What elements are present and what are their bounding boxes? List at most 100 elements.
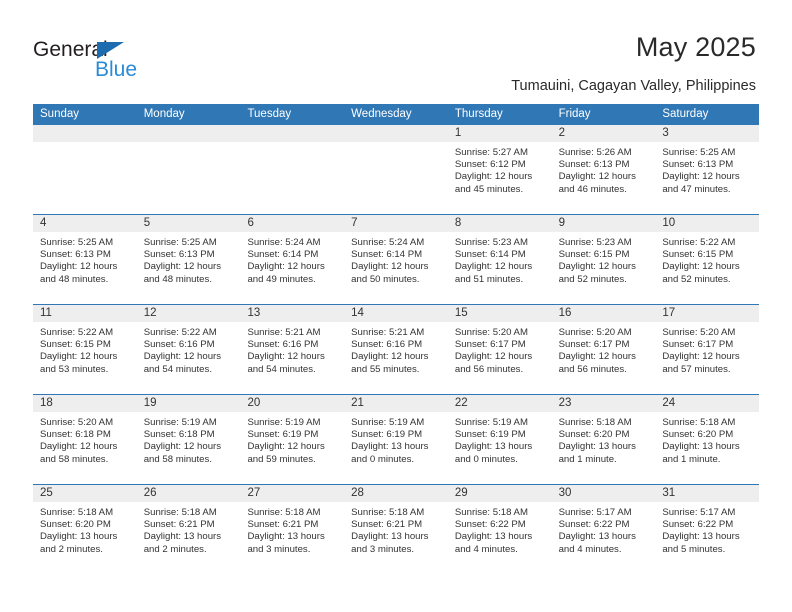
sunset-text: Sunset: 6:17 PM: [558, 339, 630, 351]
sunrise-text: Sunrise: 5:18 AM: [558, 417, 632, 428]
day-number: 28: [344, 485, 448, 502]
sunrise-text: Sunrise: 5:25 AM: [662, 147, 736, 158]
day-details: Sunrise: 5:22 AM Sunset: 6:16 PM Daylight:…: [137, 322, 241, 376]
sunrise-text: Sunrise: 5:22 AM: [143, 327, 217, 338]
sunset-text: Sunset: 6:22 PM: [454, 519, 526, 531]
sunset-text: Sunset: 6:21 PM: [351, 519, 423, 531]
day-number: 20: [240, 395, 345, 412]
day-cell-14[interactable]: 14 Sunrise: 5:21 AM Sunset: 6:16 PM Dayligh…: [344, 305, 448, 394]
day-cell-26[interactable]: 26 Sunrise: 5:18 AM Sunset: 6:21 PM Dayligh…: [136, 485, 241, 574]
day-cell-3[interactable]: 3 Sunrise: 5:25 AM Sunset: 6:13 PM Daylight…: [655, 125, 760, 214]
sunrise-text: Sunrise: 5:20 AM: [558, 327, 632, 338]
sunset-text: Sunset: 6:14 PM: [454, 249, 526, 261]
day-cell-30[interactable]: 30 Sunrise: 5:17 AM Sunset: 6:22 PM Dayligh…: [551, 485, 656, 574]
sunset-text: Sunset: 6:20 PM: [558, 429, 630, 441]
day-cell-13[interactable]: 13 Sunrise: 5:21 AM Sunset: 6:16 PM Dayligh…: [240, 305, 345, 394]
day-details: Sunrise: 5:23 AM Sunset: 6:14 PM Daylight:…: [448, 232, 552, 286]
daylight-text: Daylight: 12 hours and 58 minutes.: [40, 441, 118, 465]
day-cell-22[interactable]: 22 Sunrise: 5:19 AM Sunset: 6:19 PM Dayligh…: [447, 395, 552, 484]
day-details: Sunrise: 5:19 AM Sunset: 6:19 PM Daylight:…: [240, 412, 344, 466]
general-blue-logo: General Blue: [33, 38, 203, 86]
daylight-text: Daylight: 12 hours and 52 minutes.: [558, 261, 636, 285]
day-cell-29[interactable]: 29 Sunrise: 5:18 AM Sunset: 6:22 PM Dayligh…: [447, 485, 552, 574]
sunset-text: Sunset: 6:22 PM: [662, 519, 734, 531]
day-details: Sunrise: 5:26 AM Sunset: 6:13 PM Daylight:…: [552, 142, 656, 196]
weekday-header-saturday: Saturday: [662, 108, 709, 120]
day-number: 26: [136, 485, 241, 502]
day-cell-23[interactable]: 23 Sunrise: 5:18 AM Sunset: 6:20 PM Dayligh…: [551, 395, 656, 484]
day-number: 1: [447, 125, 552, 142]
page-header: General Blue May 2025 Tumauini, Cagayan …: [0, 0, 792, 100]
sunset-text: Sunset: 6:22 PM: [558, 519, 630, 531]
day-cell-4[interactable]: 4 Sunrise: 5:25 AM Sunset: 6:13 PM Daylight…: [33, 215, 137, 304]
day-cell-1[interactable]: 1 Sunrise: 5:27 AM Sunset: 6:12 PM Daylight…: [447, 125, 552, 214]
day-cell-18[interactable]: 18 Sunrise: 5:20 AM Sunset: 6:18 PM Dayligh…: [33, 395, 137, 484]
sunset-text: Sunset: 6:13 PM: [143, 249, 215, 261]
day-number: 23: [551, 395, 656, 412]
day-details: Sunrise: 5:17 AM Sunset: 6:22 PM Daylight:…: [552, 502, 656, 556]
daylight-text: Daylight: 12 hours and 58 minutes.: [143, 441, 222, 465]
day-cell-15[interactable]: 15 Sunrise: 5:20 AM Sunset: 6:17 PM Dayligh…: [447, 305, 552, 394]
day-cell-16[interactable]: 16 Sunrise: 5:20 AM Sunset: 6:17 PM Dayligh…: [551, 305, 656, 394]
logo-text-blue: Blue: [95, 58, 138, 81]
day-cell-2[interactable]: 2 Sunrise: 5:26 AM Sunset: 6:13 PM Daylight…: [551, 125, 656, 214]
sunrise-text: Sunrise: 5:19 AM: [454, 417, 528, 428]
sunrise-text: Sunrise: 5:19 AM: [143, 417, 217, 428]
sunset-text: Sunset: 6:14 PM: [247, 249, 319, 261]
day-cell-8[interactable]: 8 Sunrise: 5:23 AM Sunset: 6:14 PM Daylight…: [447, 215, 552, 304]
day-cell-5[interactable]: 5 Sunrise: 5:25 AM Sunset: 6:13 PM Daylight…: [136, 215, 241, 304]
daylight-text: Daylight: 13 hours and 3 minutes.: [247, 531, 325, 555]
weekday-header-friday: Friday: [558, 108, 591, 120]
daylight-text: Daylight: 12 hours and 57 minutes.: [662, 351, 740, 375]
sunset-text: Sunset: 6:19 PM: [351, 429, 423, 441]
day-cell-27[interactable]: 27 Sunrise: 5:18 AM Sunset: 6:21 PM Dayligh…: [240, 485, 345, 574]
sunrise-text: Sunrise: 5:18 AM: [143, 507, 217, 518]
day-number: 9: [551, 215, 656, 232]
day-number: 2: [551, 125, 656, 142]
daylight-text: Daylight: 13 hours and 4 minutes.: [558, 531, 636, 555]
day-cell-17[interactable]: 17 Sunrise: 5:20 AM Sunset: 6:17 PM Dayligh…: [655, 305, 760, 394]
daylight-text: Daylight: 12 hours and 47 minutes.: [662, 171, 740, 195]
sunrise-text: Sunrise: 5:20 AM: [40, 417, 114, 428]
daylight-text: Daylight: 12 hours and 53 minutes.: [40, 351, 118, 375]
sunset-text: Sunset: 6:16 PM: [143, 339, 215, 351]
day-cell-7[interactable]: 7 Sunrise: 5:24 AM Sunset: 6:14 PM Daylight…: [344, 215, 448, 304]
day-number: 7: [344, 215, 448, 232]
day-cell-9[interactable]: 9 Sunrise: 5:23 AM Sunset: 6:15 PM Daylight…: [551, 215, 656, 304]
sunrise-text: Sunrise: 5:20 AM: [454, 327, 528, 338]
day-details: Sunrise: 5:19 AM Sunset: 6:19 PM Daylight:…: [448, 412, 552, 466]
day-cell-25[interactable]: 25 Sunrise: 5:18 AM Sunset: 6:20 PM Dayligh…: [33, 485, 137, 574]
page-title: May 2025: [635, 32, 756, 62]
sunrise-text: Sunrise: 5:19 AM: [351, 417, 425, 428]
sunset-text: Sunset: 6:17 PM: [454, 339, 526, 351]
calendar-week-row: 4 Sunrise: 5:25 AM Sunset: 6:13 PM Daylight…: [33, 214, 760, 304]
day-cell-6[interactable]: 6 Sunrise: 5:24 AM Sunset: 6:14 PM Daylight…: [240, 215, 345, 304]
day-cell-24[interactable]: 24 Sunrise: 5:18 AM Sunset: 6:20 PM Dayligh…: [655, 395, 760, 484]
weekday-header-wednesday: Wednesday: [351, 108, 412, 120]
sunrise-text: Sunrise: 5:19 AM: [247, 417, 321, 428]
day-cell-12[interactable]: 12 Sunrise: 5:22 AM Sunset: 6:16 PM Dayligh…: [136, 305, 241, 394]
sunset-text: Sunset: 6:21 PM: [143, 519, 215, 531]
day-cell-21[interactable]: 21 Sunrise: 5:19 AM Sunset: 6:19 PM Dayligh…: [344, 395, 448, 484]
day-cell-10[interactable]: 10 Sunrise: 5:22 AM Sunset: 6:15 PM Dayligh…: [655, 215, 760, 304]
calendar-week-row: 11 Sunrise: 5:22 AM Sunset: 6:15 PM Dayligh…: [33, 304, 760, 394]
day-cell-28[interactable]: 28 Sunrise: 5:18 AM Sunset: 6:21 PM Dayligh…: [344, 485, 448, 574]
day-cell-11[interactable]: 11 Sunrise: 5:22 AM Sunset: 6:15 PM Dayligh…: [33, 305, 137, 394]
day-cell-19[interactable]: 19 Sunrise: 5:19 AM Sunset: 6:18 PM Dayligh…: [136, 395, 241, 484]
day-cell-20[interactable]: 20 Sunrise: 5:19 AM Sunset: 6:19 PM Dayligh…: [240, 395, 345, 484]
day-number: 30: [551, 485, 656, 502]
sunset-text: Sunset: 6:20 PM: [40, 519, 111, 531]
daylight-text: Daylight: 13 hours and 2 minutes.: [143, 531, 222, 555]
daylight-text: Daylight: 13 hours and 0 minutes.: [454, 441, 533, 465]
day-number: [33, 125, 137, 142]
calendar-week-row: 18 Sunrise: 5:20 AM Sunset: 6:18 PM Dayligh…: [33, 394, 760, 484]
sunrise-text: Sunrise: 5:23 AM: [454, 237, 528, 248]
daylight-text: Daylight: 13 hours and 2 minutes.: [40, 531, 118, 555]
day-details: Sunrise: 5:22 AM Sunset: 6:15 PM Daylight:…: [33, 322, 137, 376]
day-number: 8: [447, 215, 552, 232]
daylight-text: Daylight: 13 hours and 5 minutes.: [662, 531, 740, 555]
daylight-text: Daylight: 12 hours and 46 minutes.: [558, 171, 636, 195]
daylight-text: Daylight: 12 hours and 59 minutes.: [247, 441, 325, 465]
day-cell-31[interactable]: 31 Sunrise: 5:17 AM Sunset: 6:22 PM Dayligh…: [655, 485, 760, 574]
sunrise-text: Sunrise: 5:21 AM: [247, 327, 321, 338]
